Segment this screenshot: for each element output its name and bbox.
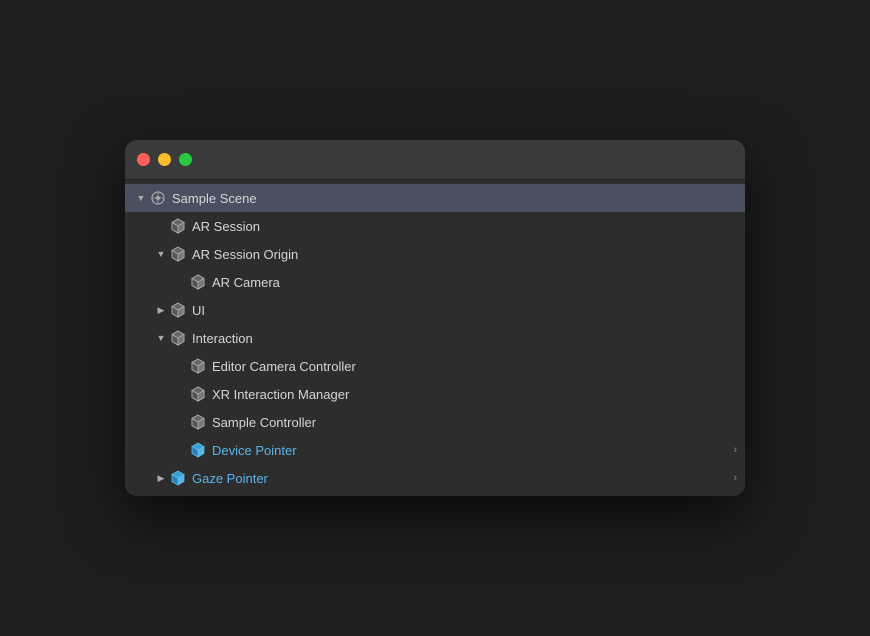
- icon-ar-camera: [189, 273, 207, 291]
- tree-item-xr-interaction-manager[interactable]: XR Interaction Manager: [125, 380, 745, 408]
- chevron-device-pointer[interactable]: ›: [733, 444, 737, 456]
- chevron-gaze-pointer[interactable]: ›: [733, 472, 737, 484]
- label-device-pointer: Device Pointer: [212, 443, 733, 458]
- label-gaze-pointer: Gaze Pointer: [192, 471, 733, 486]
- icon-ar-session: [169, 217, 187, 235]
- tree-item-editor-camera-controller[interactable]: Editor Camera Controller: [125, 352, 745, 380]
- label-sample-scene: Sample Scene: [172, 191, 737, 206]
- tree-item-gaze-pointer[interactable]: Gaze Pointer›: [125, 464, 745, 492]
- icon-editor-camera-controller: [189, 357, 207, 375]
- close-button[interactable]: [137, 153, 150, 166]
- traffic-lights: [137, 153, 192, 166]
- icon-ar-session-origin: [169, 245, 187, 263]
- label-ar-session-origin: AR Session Origin: [192, 247, 737, 262]
- hierarchy-panel: Sample Scene AR Session AR Session Origi…: [125, 180, 745, 496]
- tree-item-ar-camera[interactable]: AR Camera: [125, 268, 745, 296]
- hierarchy-window: Sample Scene AR Session AR Session Origi…: [125, 140, 745, 496]
- arrow-gaze-pointer[interactable]: [153, 470, 169, 486]
- icon-sample-controller: [189, 413, 207, 431]
- label-sample-controller: Sample Controller: [212, 415, 737, 430]
- tree-item-interaction[interactable]: Interaction: [125, 324, 745, 352]
- arrow-interaction[interactable]: [153, 330, 169, 346]
- icon-device-pointer: [189, 441, 207, 459]
- titlebar: [125, 140, 745, 180]
- icon-gaze-pointer: [169, 469, 187, 487]
- tree-item-ar-session-origin[interactable]: AR Session Origin: [125, 240, 745, 268]
- arrow-ui[interactable]: [153, 302, 169, 318]
- tree-item-sample-scene[interactable]: Sample Scene: [125, 184, 745, 212]
- maximize-button[interactable]: [179, 153, 192, 166]
- icon-sample-scene: [149, 189, 167, 207]
- tree-item-sample-controller[interactable]: Sample Controller: [125, 408, 745, 436]
- label-editor-camera-controller: Editor Camera Controller: [212, 359, 737, 374]
- arrow-ar-session-origin[interactable]: [153, 246, 169, 262]
- minimize-button[interactable]: [158, 153, 171, 166]
- label-ar-camera: AR Camera: [212, 275, 737, 290]
- label-ui: UI: [192, 303, 737, 318]
- label-interaction: Interaction: [192, 331, 737, 346]
- label-ar-session: AR Session: [192, 219, 737, 234]
- arrow-sample-scene[interactable]: [133, 190, 149, 206]
- icon-interaction: [169, 329, 187, 347]
- tree-item-device-pointer[interactable]: Device Pointer›: [125, 436, 745, 464]
- icon-ui: [169, 301, 187, 319]
- tree-item-ui[interactable]: UI: [125, 296, 745, 324]
- tree-item-ar-session[interactable]: AR Session: [125, 212, 745, 240]
- icon-xr-interaction-manager: [189, 385, 207, 403]
- label-xr-interaction-manager: XR Interaction Manager: [212, 387, 737, 402]
